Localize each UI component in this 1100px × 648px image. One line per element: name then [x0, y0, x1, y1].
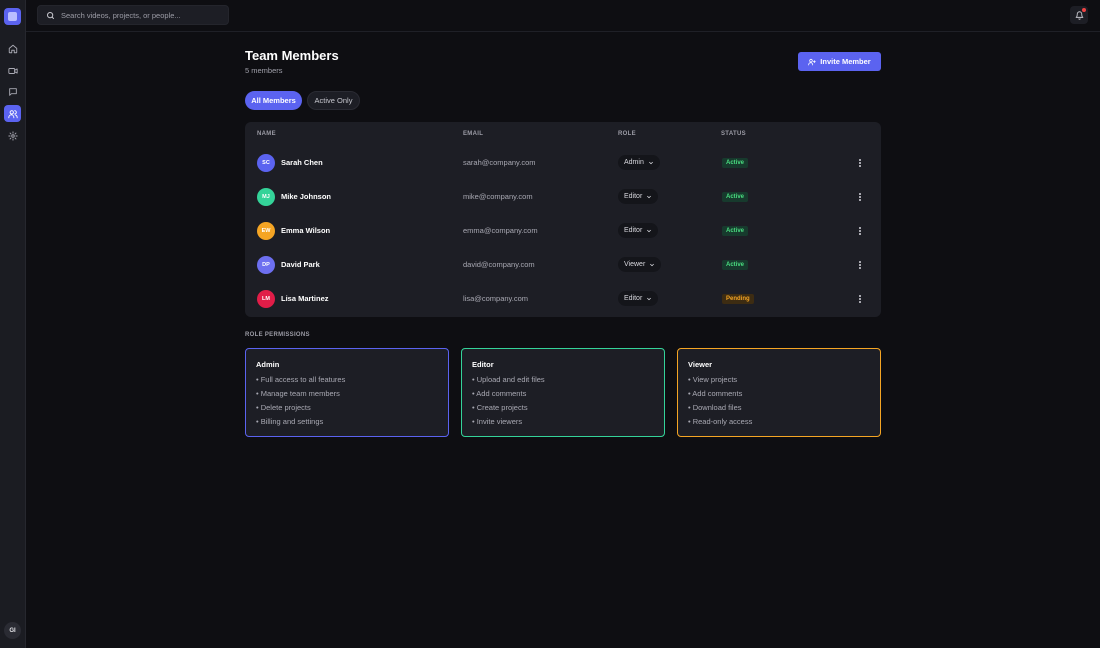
permission-item: • Delete projects: [256, 403, 311, 412]
status-badge: Pending: [722, 294, 754, 304]
row-more-button[interactable]: [854, 190, 866, 204]
message-icon: [8, 87, 17, 96]
member-email: sarah@company.com: [463, 158, 536, 167]
sidebar: GI: [0, 0, 26, 648]
topbar: [26, 0, 1100, 32]
page-title: Team Members: [245, 48, 339, 63]
notification-dot: [1082, 8, 1086, 12]
member-name: Sarah Chen: [281, 158, 323, 167]
status-badge: Active: [722, 260, 749, 270]
permission-item: • Billing and settings: [256, 417, 324, 426]
permission-list: • View projects • Add comments • Downloa…: [688, 375, 752, 431]
role-permissions-heading: ROLE PERMISSIONS: [245, 332, 310, 338]
table-row[interactable]: MJ Mike Johnson mike@company.com Editor …: [245, 180, 881, 214]
chevron-down-icon: [648, 161, 653, 164]
row-more-button[interactable]: [854, 292, 866, 306]
members-table: NAME EMAIL ROLE STATUS SC Sarah Chen sar…: [245, 122, 881, 317]
sidebar-item-home[interactable]: [4, 40, 21, 57]
add-user-icon: [808, 58, 817, 65]
permission-item: • Create projects: [472, 403, 528, 412]
member-email: emma@company.com: [463, 226, 538, 235]
permission-item: • Upload and edit files: [472, 375, 545, 384]
permission-card-editor: Editor • Upload and edit files • Add com…: [461, 348, 665, 437]
permission-item: • Manage team members: [256, 389, 340, 398]
chevron-down-icon: [647, 297, 652, 300]
member-email: david@company.com: [463, 260, 535, 269]
chevron-down-icon: [647, 195, 652, 198]
sidebar-item-team[interactable]: [4, 105, 21, 122]
permission-list: • Full access to all features • Manage t…: [256, 375, 345, 431]
member-name: Lisa Martinez: [281, 294, 329, 303]
table-row[interactable]: LM Lisa Martinez lisa@company.com Editor…: [245, 282, 881, 316]
notifications-button[interactable]: [1070, 6, 1088, 24]
invite-member-label: Invite Member: [820, 57, 871, 66]
role-dropdown[interactable]: Admin: [618, 155, 660, 170]
table-row[interactable]: SC Sarah Chen sarah@company.com Admin Ac…: [245, 146, 881, 180]
avatar: EW: [257, 222, 275, 240]
avatar: MJ: [257, 188, 275, 206]
role-dropdown[interactable]: Editor: [618, 189, 659, 204]
member-count: 5 members: [245, 66, 283, 75]
user-avatar[interactable]: GI: [4, 622, 21, 639]
status-badge: Active: [722, 192, 749, 202]
row-more-button[interactable]: [854, 224, 866, 238]
permission-item: • Download files: [688, 403, 742, 412]
app-logo[interactable]: [4, 8, 21, 25]
role-value: Viewer: [624, 261, 646, 268]
gear-icon: [7, 130, 18, 141]
member-name: Emma Wilson: [281, 226, 331, 235]
users-icon: [7, 109, 18, 118]
status-badge: Active: [722, 158, 749, 168]
sidebar-item-messages[interactable]: [4, 83, 21, 100]
home-icon: [8, 44, 17, 53]
role-value: Editor: [624, 295, 643, 302]
member-email: mike@company.com: [463, 192, 533, 201]
card-title: Editor: [472, 360, 494, 369]
sidebar-item-settings[interactable]: [4, 127, 21, 144]
filter-all-members[interactable]: All Members: [245, 91, 302, 110]
row-more-button[interactable]: [854, 258, 866, 272]
row-more-button[interactable]: [854, 156, 866, 170]
role-value: Editor: [624, 193, 643, 200]
filter-active-only[interactable]: Active Only: [307, 91, 360, 110]
member-email: lisa@company.com: [463, 294, 528, 303]
role-dropdown[interactable]: Editor: [618, 291, 659, 306]
role-dropdown[interactable]: Viewer: [618, 257, 662, 272]
avatar: LM: [257, 290, 275, 308]
role-value: Admin: [624, 159, 644, 166]
chevron-down-icon: [647, 229, 652, 232]
table-row[interactable]: DP David Park david@company.com Viewer A…: [245, 248, 881, 282]
search-input[interactable]: [61, 10, 221, 20]
permission-card-admin: Admin • Full access to all features • Ma…: [245, 348, 449, 437]
column-header-email: EMAIL: [463, 131, 484, 137]
role-dropdown[interactable]: Editor: [618, 223, 659, 238]
chevron-down-icon: [650, 263, 655, 266]
column-header-status: STATUS: [721, 131, 746, 137]
permission-item: • View projects: [688, 375, 738, 384]
column-header-role: ROLE: [618, 131, 636, 137]
permission-item: • Read-only access: [688, 417, 753, 426]
invite-member-button[interactable]: Invite Member: [798, 52, 881, 71]
role-value: Editor: [624, 227, 643, 234]
member-name: Mike Johnson: [281, 192, 332, 201]
sidebar-item-videos[interactable]: [4, 62, 21, 79]
permission-item: • Add comments: [472, 389, 527, 398]
status-badge: Active: [722, 226, 749, 236]
video-icon: [7, 67, 18, 74]
card-title: Viewer: [688, 360, 713, 369]
card-title: Admin: [256, 360, 280, 369]
permission-item: • Add comments: [688, 389, 743, 398]
avatar: SC: [257, 154, 275, 172]
permission-item: • Invite viewers: [472, 417, 523, 426]
permission-card-viewer: Viewer • View projects • Add comments • …: [677, 348, 881, 437]
table-row[interactable]: EW Emma Wilson emma@company.com Editor A…: [245, 214, 881, 248]
permission-item: • Full access to all features: [256, 375, 346, 384]
search-icon: [47, 11, 54, 19]
search-bar[interactable]: [37, 5, 229, 25]
member-name: David Park: [281, 260, 320, 269]
bell-icon: [1075, 10, 1083, 20]
column-header-name: NAME: [257, 131, 276, 137]
avatar: DP: [257, 256, 275, 274]
permission-list: • Upload and edit files • Add comments •…: [472, 375, 545, 431]
